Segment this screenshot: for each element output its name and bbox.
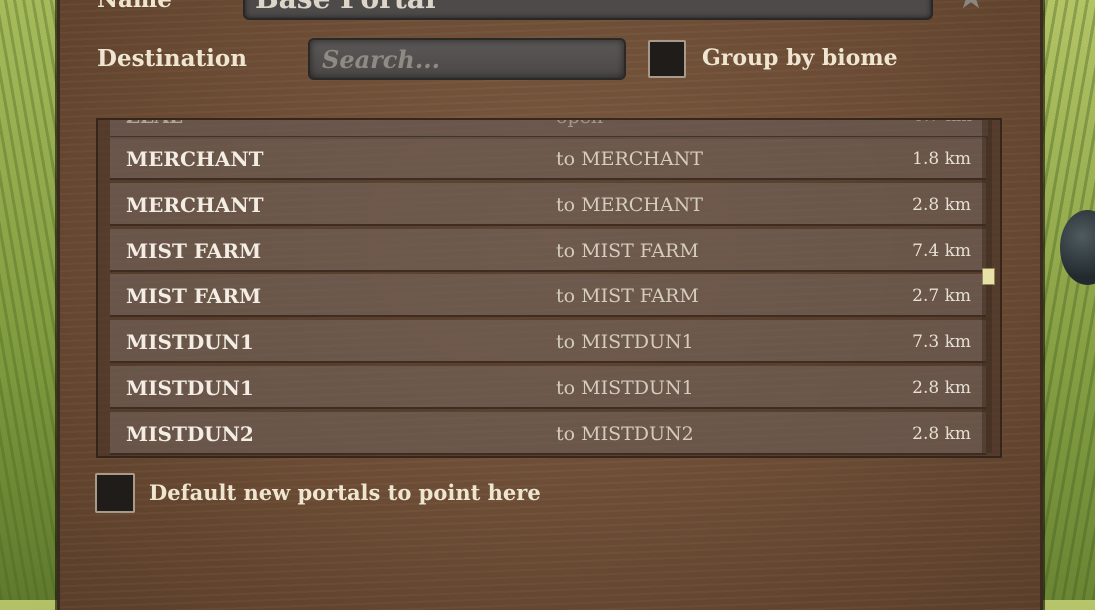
group-by-biome-checkbox[interactable]: [648, 40, 686, 78]
list-item[interactable]: MISTDUN2 to MISTDUN2 2.8 km: [110, 411, 986, 455]
star-icon[interactable]: ★: [953, 0, 989, 14]
list-item-destination: to MISTDUN1: [556, 331, 694, 354]
list-item-name: MERCHANT: [126, 192, 264, 217]
list-item-name: MISTDUN1: [126, 330, 254, 355]
list-item-distance: 2.8 km: [912, 377, 971, 398]
list-item-destination: to MISTDUN2: [556, 422, 694, 445]
search-input[interactable]: [308, 38, 626, 80]
list-item-destination: to MIST FARM: [556, 285, 699, 308]
list-item-name: MIST FARM: [126, 284, 262, 309]
list-item-partial[interactable]: ZEAL open 0.7 km: [110, 120, 988, 139]
list-item-distance: 7.3 km: [912, 332, 971, 353]
list-item-destination: to MISTDUN1: [556, 376, 694, 399]
list-rows: MERCHANT to MERCHANT 1.8 km MERCHANT to …: [110, 137, 986, 456]
list-item-name: MERCHANT: [126, 147, 264, 171]
list-item-distance: 0.7 km: [913, 120, 972, 126]
list-item-distance: 2.8 km: [912, 423, 971, 444]
list-item[interactable]: MIST FARM to MIST FARM 2.7 km: [110, 274, 986, 318]
list-item[interactable]: MERCHANT to MERCHANT 1.8 km: [110, 137, 986, 180]
list-scrollbar-thumb[interactable]: [982, 268, 995, 285]
list-item[interactable]: MISTDUN1 to MISTDUN1 7.3 km: [110, 320, 986, 364]
list-scrollbar[interactable]: [982, 119, 992, 453]
list-item-distance: 1.8 km: [912, 149, 971, 169]
list-item-destination: to MIST FARM: [556, 239, 699, 262]
destination-list[interactable]: ZEAL open 0.7 km MERCHANT to MERCHANT 1.…: [96, 118, 1002, 458]
list-item-destination: to MERCHANT: [556, 148, 703, 170]
list-item-distance: 7.4 km: [912, 240, 971, 261]
list-item-destination: open: [556, 120, 603, 128]
default-portal-checkbox[interactable]: [95, 473, 135, 513]
list-item[interactable]: MISTDUN1 to MISTDUN1 2.8 km: [110, 365, 986, 409]
group-by-biome-label: Group by biome: [702, 45, 898, 71]
list-item[interactable]: MERCHANT to MERCHANT 2.8 km: [110, 182, 986, 226]
name-value[interactable]: Base Portal: [255, 0, 436, 15]
list-item-distance: 2.7 km: [912, 286, 971, 307]
list-item-distance: 2.8 km: [912, 194, 971, 215]
list-item-destination: to MERCHANT: [556, 193, 703, 216]
list-item-name: ZEAL: [126, 120, 182, 128]
list-item[interactable]: MIST FARM to MIST FARM 7.4 km: [110, 228, 986, 272]
list-item-name: MIST FARM: [126, 238, 262, 263]
destination-label: Destination: [97, 45, 247, 72]
list-item-name: MISTDUN1: [126, 375, 254, 400]
name-label: Name: [97, 0, 172, 13]
default-portal-label: Default new portals to point here: [149, 480, 541, 505]
list-item-name: MISTDUN2: [126, 421, 254, 446]
